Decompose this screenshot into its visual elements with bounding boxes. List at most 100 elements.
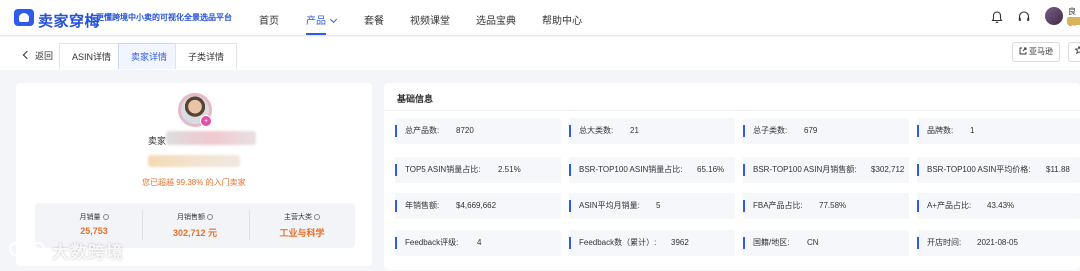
seller-name-label: 卖家 <box>148 136 167 146</box>
brand-slogan: 更懂跨境中小卖的可视化全景选品平台 <box>96 13 232 22</box>
info-feedback-count: Feedback数（累计）: 3962 <box>569 230 735 256</box>
headset-icon[interactable] <box>1017 10 1031 24</box>
tab-seller-detail-label: 卖家详情 <box>131 52 168 62</box>
nav-products[interactable]: 产品 <box>306 12 338 27</box>
info-value: 4 <box>477 238 482 247</box>
info-label: BSR-TOP100 ASIN销量占比: <box>579 165 683 174</box>
info-label: Feedback数（累计）: <box>579 238 657 247</box>
info-label: BSR-TOP100 ASIN平均价格: <box>927 165 1031 174</box>
cell-accent-mark <box>569 164 571 176</box>
info-label: 总产品数: <box>405 126 440 135</box>
cell-accent-mark <box>395 125 397 137</box>
stat-monthly-sales-value: 25,753 <box>80 226 108 236</box>
nav-products-label: 产品 <box>306 16 326 27</box>
cell-accent-mark <box>917 125 919 137</box>
info-value: 21 <box>630 126 639 135</box>
seller-tag-redacted <box>148 155 240 167</box>
nav-packages[interactable]: 套餐 <box>364 12 384 27</box>
info-bsr-average-price: BSR-TOP100 ASIN平均价格: $11.88 <box>917 157 1080 183</box>
watermark-logo-icon <box>9 242 45 256</box>
user-avatar[interactable] <box>1045 7 1063 25</box>
info-value: $4,669,662 <box>456 201 497 210</box>
star-icon <box>1074 45 1080 55</box>
info-asin-avg-monthly-sales: ASIN平均月销量: 5 <box>569 193 735 219</box>
info-value: $302,712 <box>871 165 905 174</box>
seller-name-redacted <box>166 131 256 145</box>
nav-home-label: 首页 <box>259 16 279 27</box>
info-total-subcategories: 总子类数: 679 <box>743 118 909 144</box>
nav-active-indicator <box>306 33 326 35</box>
nav-help-center[interactable]: 帮助中心 <box>542 12 582 27</box>
amazon-link-button[interactable]: 亚马逊 <box>1012 42 1060 62</box>
nav-packages-label: 套餐 <box>364 16 384 27</box>
amazon-link-label: 亚马逊 <box>1029 47 1053 56</box>
basic-info-title: 基础信息 <box>397 94 434 104</box>
info-icon[interactable] <box>314 214 320 220</box>
info-value: 5 <box>656 201 661 210</box>
stat-divider <box>249 210 250 240</box>
stat-monthly-revenue-value: 302,712 元 <box>172 228 218 238</box>
cell-accent-mark <box>743 200 745 212</box>
cell-accent-mark <box>569 200 571 212</box>
tab-asin-detail-label: ASIN详情 <box>72 52 112 62</box>
tab-subcategory-detail-label: 子类详情 <box>188 52 225 62</box>
stat-monthly-sales-title: 月销量 <box>79 214 101 221</box>
stat-monthly-sales: 月销量 25,753 <box>44 212 144 236</box>
nav-video-class-label: 视频课堂 <box>410 16 450 27</box>
cell-accent-mark <box>569 125 571 137</box>
info-value: CN <box>807 238 819 247</box>
info-total-products: 总产品数: 8720 <box>395 118 561 144</box>
info-value: $11.88 <box>1046 165 1070 174</box>
nav-selection-guide[interactable]: 选品宝典 <box>476 12 516 27</box>
cell-accent-mark <box>743 125 745 137</box>
info-value: 679 <box>804 126 818 135</box>
info-value: 1 <box>970 126 975 135</box>
info-value: 2.51% <box>498 165 521 174</box>
logo-icon[interactable] <box>14 9 34 26</box>
cell-accent-mark <box>917 237 919 249</box>
nav-video-class[interactable]: 视频课堂 <box>410 12 450 27</box>
stat-main-category-value: 工业与科学 <box>279 228 325 238</box>
info-fba-share: FBA产品占比: 77.58% <box>743 193 909 219</box>
info-value: 2021-08-05 <box>977 238 1018 247</box>
info-store-open-date: 开店时间: 2021-08-05 <box>917 230 1080 256</box>
info-brand-count: 品牌数: 1 <box>917 118 1080 144</box>
nav-selection-guide-label: 选品宝典 <box>476 16 516 27</box>
info-label: 年销售额: <box>405 201 440 210</box>
stat-divider <box>142 210 143 240</box>
cell-accent-mark <box>743 237 745 249</box>
info-icon[interactable] <box>207 214 213 220</box>
info-label: 开店时间: <box>927 238 962 247</box>
cell-accent-mark <box>569 237 571 249</box>
cell-accent-mark <box>395 200 397 212</box>
info-bsr-sales-share: BSR-TOP100 ASIN销量占比: 65.16% <box>569 157 735 183</box>
chevron-down-icon <box>329 15 338 24</box>
info-value: 65.16% <box>697 165 725 174</box>
info-label: ASIN平均月销量: <box>579 201 640 210</box>
stat-monthly-revenue-title: 月销售额 <box>177 214 205 221</box>
cell-accent-mark <box>395 164 397 176</box>
info-label: 国籍/地区: <box>753 238 790 247</box>
info-icon[interactable] <box>102 214 109 220</box>
info-value: 77.58% <box>819 201 847 210</box>
cell-accent-mark <box>917 164 919 176</box>
info-label: 总大类数: <box>579 126 614 135</box>
info-feedback-rating: Feedback评级: 4 <box>395 230 561 256</box>
nav-home[interactable]: 首页 <box>259 12 279 27</box>
tab-seller-detail[interactable]: 卖家详情 <box>118 43 181 69</box>
info-value: 3962 <box>671 238 689 247</box>
follow-plus-icon[interactable]: + <box>200 115 212 127</box>
nav-help-center-label: 帮助中心 <box>542 16 582 27</box>
info-annual-revenue: 年销售额: $4,669,662 <box>395 193 561 219</box>
seller-rank-text: 您已超越 99.38% 的入门卖家 <box>142 178 246 187</box>
bell-icon[interactable] <box>990 10 1004 24</box>
stat-main-category-title: 主营大类 <box>284 214 312 221</box>
info-label: A+产品占比: <box>927 201 972 210</box>
info-aplus-share: A+产品占比: 43.43% <box>917 193 1080 219</box>
brand-name[interactable]: 卖家穿梅 <box>38 10 100 31</box>
tab-asin-detail[interactable]: ASIN详情 <box>59 43 125 69</box>
back-button[interactable]: 返回 <box>20 46 57 66</box>
vip-badge <box>1067 17 1080 25</box>
favorite-button[interactable] <box>1068 42 1080 62</box>
tab-subcategory-detail[interactable]: 子类详情 <box>175 43 238 69</box>
